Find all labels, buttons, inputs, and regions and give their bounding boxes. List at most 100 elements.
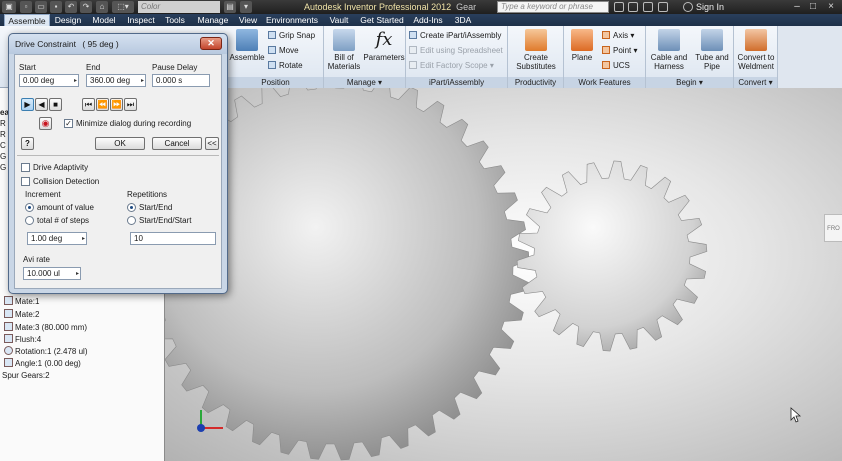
rotate-button[interactable]: Rotate	[268, 60, 303, 71]
graphics-viewport[interactable]: FRO	[165, 88, 842, 461]
move-label: Move	[279, 46, 299, 55]
browser-item-rotation-1[interactable]: Rotation:1 (2.478 ul)	[4, 346, 88, 357]
go-to-start-button[interactable]: ⏮	[82, 98, 95, 111]
browser-item-flush-4[interactable]: Flush:4	[4, 334, 41, 345]
collapse-button[interactable]: <<	[205, 137, 219, 150]
increment-input[interactable]: 1.00 deg ▸	[27, 232, 87, 245]
cable-harness-button[interactable]: Cable and Harness	[648, 29, 690, 71]
tube-pipe-button[interactable]: Tube and Pipe	[692, 29, 732, 71]
subscription-icon[interactable]	[628, 2, 638, 12]
forward-step-button[interactable]: ⏩	[110, 98, 123, 111]
ribbon-empty-area	[778, 26, 842, 88]
record-button[interactable]: ◉	[39, 117, 52, 130]
tab-3da[interactable]: 3DA	[452, 14, 474, 26]
close-icon[interactable]: ×	[824, 0, 838, 14]
avi-rate-input[interactable]: 10.000 ul ▸	[23, 267, 81, 280]
browser-item-mate-3[interactable]: Mate:3 (80.000 mm)	[4, 322, 87, 333]
browser-item-label: Mate:3 (80.000 mm)	[15, 323, 88, 332]
tab-view[interactable]: View	[237, 14, 259, 26]
minimize-icon[interactable]: –	[790, 0, 804, 14]
sign-in-link[interactable]: Sign In	[696, 0, 724, 14]
forward-play-button[interactable]: ▶	[21, 98, 34, 111]
tab-get-started[interactable]: Get Started	[358, 14, 406, 26]
settings-icon[interactable]: ▾	[240, 1, 252, 13]
total-steps-label: total # of steps	[37, 216, 90, 225]
axis-button[interactable]: Axis ▾	[602, 30, 634, 41]
dialog-body: Start 0.00 deg ▸ End 360.00 deg ▸ Pause De…	[14, 54, 222, 289]
end-input[interactable]: 360.00 deg ▸	[86, 74, 146, 87]
tab-assemble[interactable]: Assemble	[4, 14, 50, 26]
favorites-icon[interactable]	[658, 2, 668, 12]
start-end-start-radio[interactable]	[127, 216, 136, 225]
browser-item-spur-gears[interactable]: Spur Gears:2	[2, 370, 50, 381]
tab-inspect[interactable]: Inspect	[124, 14, 158, 26]
grip-snap-button[interactable]: Grip Snap	[268, 30, 315, 41]
tab-tools[interactable]: Tools	[162, 14, 188, 26]
drive-adaptivity-checkbox[interactable]	[21, 163, 30, 172]
convert-weldment-label: Convert to Weldment	[737, 53, 775, 71]
amount-of-value-radio[interactable]	[25, 203, 34, 212]
browser-partial-text: R	[0, 130, 6, 139]
move-button[interactable]: Move	[268, 45, 299, 56]
measure-icon[interactable]: ▤	[224, 1, 236, 13]
stop-button[interactable]: ■	[49, 98, 62, 111]
small-spur-gear[interactable]	[516, 160, 708, 352]
start-input[interactable]: 0.00 deg ▸	[19, 74, 79, 87]
cancel-button[interactable]: Cancel	[152, 137, 202, 150]
undo-icon[interactable]: ↶	[65, 1, 77, 13]
create-ipart-button[interactable]: Create iPart/iAssembly	[409, 30, 501, 41]
dialog-close-button[interactable]: ✕	[200, 37, 222, 50]
bom-button[interactable]: Bill of Materials	[326, 29, 362, 71]
browser-partial-text: G	[0, 163, 7, 172]
create-ipart-label: Create iPart/iAssembly	[420, 31, 502, 40]
browser-item-angle-1[interactable]: Angle:1 (0.00 deg)	[4, 358, 81, 369]
minimize-dialog-checkbox[interactable]: ✓	[64, 119, 73, 128]
ribbon-tabs: Assemble Design Model Inspect Tools Mana…	[0, 14, 842, 26]
tab-manage[interactable]: Manage	[195, 14, 231, 26]
viewcube[interactable]: FRO	[824, 214, 842, 242]
new-icon[interactable]: ▫	[20, 1, 32, 13]
edit-spreadsheet-button[interactable]: Edit using Spreadsheet	[409, 45, 503, 56]
tab-design[interactable]: Design	[53, 14, 83, 26]
create-substitutes-button[interactable]: Create Substitutes	[512, 29, 560, 71]
go-to-end-button[interactable]: ⏭	[124, 98, 137, 111]
plane-button[interactable]: Plane	[566, 29, 598, 62]
assemble-button[interactable]: Assemble	[229, 29, 265, 62]
select-mode-icon[interactable]: ⬚▾	[112, 1, 134, 13]
pause-delay-value: 0.000 s	[156, 76, 183, 85]
tab-model[interactable]: Model	[88, 14, 120, 26]
tab-vault[interactable]: Vault	[326, 14, 352, 26]
color-dropdown[interactable]: Color	[138, 1, 220, 13]
dialog-title-bar[interactable]: Drive Constraint ( 95 deg ) ✕	[9, 34, 227, 54]
tab-add-ins[interactable]: Add-Ins	[411, 14, 445, 26]
return-icon[interactable]: ⌂	[96, 1, 108, 13]
start-end-radio[interactable]	[127, 203, 136, 212]
plane-icon	[571, 29, 593, 51]
parameters-button[interactable]: fx Parameters	[362, 29, 406, 62]
save-icon[interactable]: ▪	[50, 1, 62, 13]
ok-button[interactable]: OK	[95, 137, 145, 150]
edit-factory-scope-button[interactable]: Edit Factory Scope ▾	[409, 60, 494, 71]
search-input[interactable]: Type a keyword or phrase	[497, 1, 609, 13]
ucs-button[interactable]: UCS	[602, 60, 630, 71]
point-button[interactable]: Point ▾	[602, 45, 637, 56]
browser-item-mate-2[interactable]: Mate:2	[4, 309, 39, 320]
reverse-step-button[interactable]: ⏪	[96, 98, 109, 111]
collision-detection-checkbox[interactable]	[21, 177, 30, 186]
reverse-play-button[interactable]: ◀	[35, 98, 48, 111]
pause-delay-input[interactable]: 0.000 s	[152, 74, 210, 87]
tab-environments[interactable]: Environments	[265, 14, 319, 26]
maximize-icon[interactable]: □	[806, 0, 820, 14]
search-icon[interactable]	[614, 2, 624, 12]
amount-of-value-label: amount of value	[37, 203, 94, 212]
app-menu-button[interactable]: ▣	[2, 1, 16, 13]
total-steps-radio[interactable]	[25, 216, 34, 225]
redo-icon[interactable]: ↷	[80, 1, 92, 13]
help-button[interactable]: ?	[21, 137, 34, 150]
parameters-label: Parameters	[363, 53, 405, 62]
browser-item-mate-1[interactable]: Mate:1	[4, 296, 39, 307]
communication-icon[interactable]	[643, 2, 653, 12]
convert-weldment-button[interactable]: Convert to Weldment	[735, 29, 777, 71]
open-icon[interactable]: ▭	[35, 1, 47, 13]
repetitions-input[interactable]: 10	[130, 232, 216, 245]
